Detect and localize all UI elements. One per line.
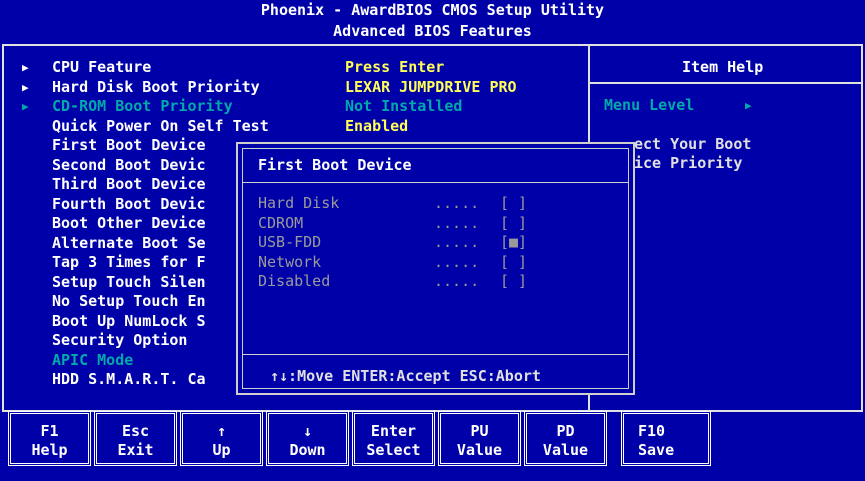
boot-device-popup: First Boot Device Hard Disk ..... [ ] CD… [236, 142, 635, 395]
fkey-page-down[interactable]: PD Value [524, 411, 607, 466]
menu-label: CD-ROM Boot Priority [52, 97, 233, 115]
fkey-key: PD [556, 422, 575, 440]
fkey-up[interactable]: ↑ Up [180, 411, 263, 466]
menu-label: Security Option [52, 331, 188, 349]
menu-label: First Boot Device [52, 136, 206, 154]
fkey-key: F10 [638, 422, 666, 440]
fkey-action: Help [31, 441, 68, 459]
fkey-down[interactable]: ↓ Down [266, 411, 349, 466]
fkey-action: Save [638, 441, 675, 459]
fkey-page-up[interactable]: PU Value [438, 411, 521, 466]
menu-level-arrow-icon: ▶ [745, 99, 752, 112]
menu-label: Hard Disk Boot Priority [52, 77, 260, 96]
menu-label: No Setup Touch En [52, 292, 206, 310]
menu-label: CPU Feature [52, 58, 152, 76]
item-help-title: Item Help [682, 58, 764, 76]
menu-label: APIC Mode [52, 350, 134, 369]
fkey-key: Enter [370, 422, 417, 440]
option-label: Disabled [258, 272, 331, 290]
fkey-action: Select [366, 441, 421, 459]
option-dots: ..... [434, 233, 480, 251]
fkey-action: Exit [117, 441, 154, 459]
menu-label: Alternate Boot Se [52, 233, 206, 252]
option-label: USB-FDD [258, 233, 322, 251]
menu-label: Fourth Boot Devic [52, 194, 206, 213]
popup-option-cdrom[interactable]: CDROM ..... [ ] [238, 214, 633, 233]
option-checkbox[interactable]: [ ] [500, 194, 527, 214]
option-checkbox[interactable]: [ ] [500, 272, 527, 292]
fkey-action: Value [456, 441, 503, 459]
option-dots: ..... [434, 272, 480, 290]
popup-option-hard-disk[interactable]: Hard Disk ..... [ ] [238, 194, 633, 213]
option-dots: ..... [434, 252, 480, 271]
submenu-arrow-icon: ▶ [22, 61, 29, 74]
menu-value[interactable]: Not Installed [345, 97, 462, 117]
help-title-divider [588, 82, 863, 84]
popup-divider [242, 182, 629, 183]
menu-label: Setup Touch Silen [52, 272, 206, 291]
arrow-down-icon: ↓ [302, 422, 313, 440]
option-checkbox-selected[interactable]: [■] [500, 233, 527, 253]
popup-key-hint: ↑↓:Move ENTER:Accept ESC:Abort [270, 367, 541, 385]
fkey-action: Up [212, 441, 231, 459]
menu-level-label: Menu Level [604, 96, 695, 114]
bios-header: Phoenix - AwardBIOS CMOS Setup Utility A… [0, 0, 865, 42]
menu-label: HDD S.M.A.R.T. Ca [52, 370, 206, 388]
arrow-up-icon: ↑ [216, 422, 227, 440]
menu-value[interactable]: Enabled [345, 117, 408, 137]
popup-option-usb-fdd[interactable]: USB-FDD ..... [■] [238, 233, 633, 252]
menu-label: Boot Up NumLock S [52, 311, 206, 330]
fkey-action: Down [289, 441, 326, 459]
menu-label: Boot Other Device [52, 214, 206, 232]
submenu-arrow-icon: ▶ [22, 100, 29, 113]
fkey-select[interactable]: Enter Select [352, 411, 435, 466]
menu-label: Second Boot Devic [52, 155, 206, 174]
option-label: CDROM [258, 213, 304, 232]
option-dots: ..... [434, 194, 480, 212]
help-text-line: ice Priority [634, 154, 743, 172]
menu-label: Tap 3 Times for F [52, 253, 206, 271]
popup-option-network[interactable]: Network ..... [ ] [238, 253, 633, 272]
fkey-help[interactable]: F1 Help [8, 411, 91, 466]
utility-title: Phoenix - AwardBIOS CMOS Setup Utility [260, 1, 605, 19]
menu-label: Quick Power On Self Test [52, 116, 269, 135]
fkey-key: Esc [121, 422, 150, 440]
menu-value[interactable]: Press Enter [345, 58, 444, 78]
page-title: Advanced BIOS Features [333, 22, 532, 40]
option-label: Network [258, 252, 322, 271]
fkey-key: PU [470, 422, 489, 440]
help-text-line: ect Your Boot [634, 135, 752, 153]
fkey-key: F1 [40, 422, 59, 440]
option-dots: ..... [434, 213, 480, 232]
option-label: Hard Disk [258, 194, 340, 212]
submenu-arrow-icon: ▶ [22, 80, 29, 94]
popup-title: First Boot Device [258, 156, 412, 174]
menu-value[interactable]: LEXAR JUMPDRIVE PRO [345, 78, 517, 98]
menu-label: Third Boot Device [52, 175, 206, 193]
popup-hint-divider [242, 354, 629, 355]
popup-option-disabled[interactable]: Disabled ..... [ ] [238, 272, 633, 291]
fkey-action: Value [542, 441, 589, 459]
option-checkbox[interactable]: [ ] [500, 253, 527, 273]
fkey-save[interactable]: F10 Save [621, 411, 711, 466]
option-checkbox[interactable]: [ ] [500, 214, 527, 234]
fkey-exit[interactable]: Esc Exit [94, 411, 177, 466]
